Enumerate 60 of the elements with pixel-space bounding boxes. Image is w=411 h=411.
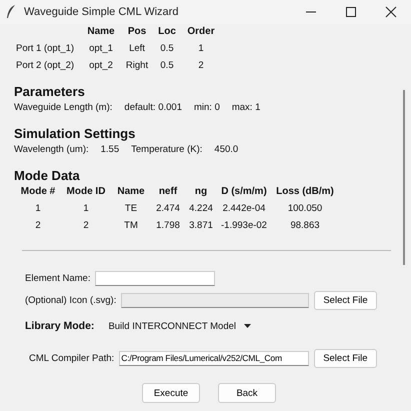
column-header: Mode # bbox=[20, 186, 56, 197]
feather-icon bbox=[6, 5, 16, 19]
table-cell-text: opt_2 bbox=[88, 60, 114, 71]
table-cell-text: 2 bbox=[34, 220, 42, 231]
scrollbar-thumb[interactable] bbox=[403, 90, 405, 265]
column-header: Loss (dB/m) bbox=[275, 186, 335, 197]
column-header: Name bbox=[86, 26, 116, 37]
column-header: ng bbox=[194, 186, 208, 197]
setting-text: 1.55 bbox=[100, 144, 120, 155]
table-cell-text: Left bbox=[128, 43, 146, 54]
column-header: Order bbox=[186, 26, 216, 37]
table-cell-text: 100.050 bbox=[286, 203, 324, 214]
table-cell-text: 0.5 bbox=[159, 60, 175, 71]
setting-text: 450.0 bbox=[214, 144, 238, 155]
caret-icon bbox=[244, 324, 252, 328]
section-heading: Mode Data bbox=[14, 168, 81, 183]
table-cell-text: TE bbox=[124, 203, 138, 214]
parameter-text: Waveguide Length (m): bbox=[14, 102, 112, 113]
table-cell-text: 1 bbox=[82, 203, 90, 214]
field-label: CML Compiler Path: bbox=[29, 352, 114, 364]
table-cell-text: Port 2 (opt_2) bbox=[16, 60, 76, 71]
section-heading: Simulation Settings bbox=[14, 126, 136, 141]
input-field[interactable]: C:/Program Files/Lumerical/v252/CML_Com bbox=[119, 350, 310, 366]
table-cell-text: 2 bbox=[82, 220, 90, 231]
action-button[interactable]: Back bbox=[218, 383, 276, 403]
column-header: Mode ID bbox=[66, 186, 106, 197]
column-header: Name bbox=[116, 186, 146, 197]
table-cell-text: 1 bbox=[34, 203, 42, 214]
field-label: (Optional) Icon (.svg): bbox=[25, 294, 116, 306]
table-cell-text: 0.5 bbox=[159, 43, 175, 54]
parameter-text: min: 0 bbox=[194, 102, 220, 113]
table-cell-text: Port 1 (opt_1) bbox=[16, 43, 76, 54]
column-header: neff bbox=[158, 186, 178, 197]
table-cell-text: -1.993e-02 bbox=[220, 220, 268, 231]
window-title: Waveguide Simple CML Wizard bbox=[24, 6, 178, 18]
section-heading: Parameters bbox=[14, 84, 86, 99]
table-cell-text: 2.474 bbox=[155, 203, 181, 214]
table-cell-text: Right bbox=[124, 60, 150, 71]
table-cell-text: 98.863 bbox=[289, 220, 321, 231]
parameter-text: default: 0.001 bbox=[124, 102, 182, 113]
table-cell-text: 2.442e-04 bbox=[222, 203, 266, 214]
table-cell-text: 1 bbox=[197, 43, 205, 54]
mode-dropdown[interactable]: Build INTERCONNECT Model bbox=[108, 320, 252, 332]
table-cell-text: 2 bbox=[197, 60, 205, 71]
setting-text: Wavelength (um): bbox=[14, 144, 89, 155]
column-header: D (s/m/m) bbox=[220, 186, 268, 197]
field-label: Library Mode: bbox=[25, 320, 94, 332]
select-file-button[interactable]: Select File bbox=[314, 348, 377, 368]
input-field[interactable] bbox=[95, 270, 216, 286]
table-cell-text: 4.224 bbox=[188, 203, 214, 214]
table-cell-text: opt_1 bbox=[88, 43, 114, 54]
table-cell-text: TM bbox=[123, 220, 139, 231]
parameter-text: max: 1 bbox=[232, 102, 260, 113]
table-cell-text: 3.871 bbox=[188, 220, 214, 231]
table-cell-text: 1.798 bbox=[155, 220, 181, 231]
setting-text: Temperature (K): bbox=[131, 144, 202, 155]
column-header: Pos bbox=[126, 26, 148, 37]
field-label: Element Name: bbox=[25, 272, 90, 284]
column-header: Loc bbox=[157, 26, 177, 37]
action-button[interactable]: Execute bbox=[142, 383, 200, 403]
